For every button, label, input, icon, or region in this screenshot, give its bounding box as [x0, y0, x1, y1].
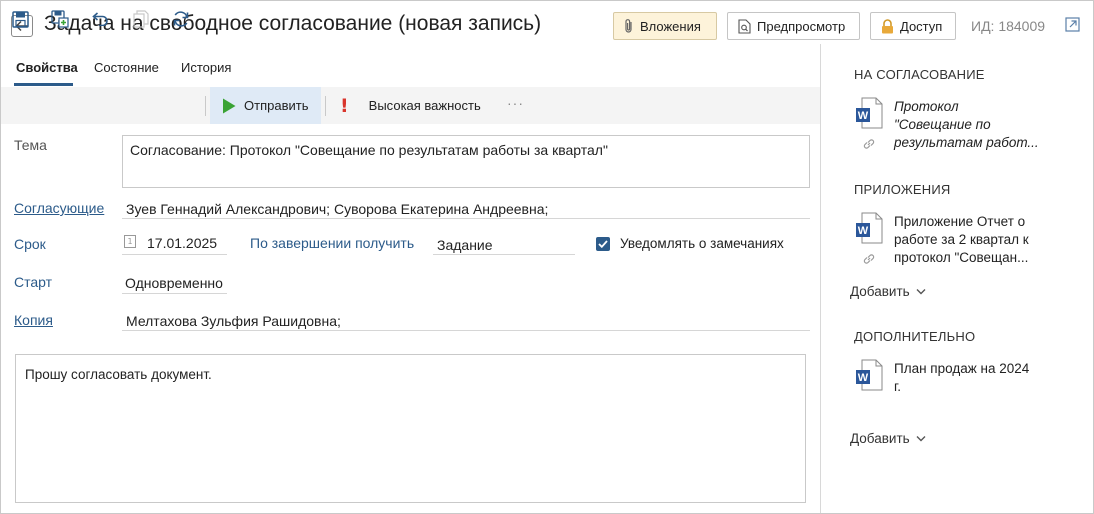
tab-state[interactable]: Состояние	[94, 60, 159, 75]
tab-history[interactable]: История	[181, 60, 231, 75]
on-complete-field[interactable]: Задание	[437, 237, 493, 253]
approvers-label-link[interactable]: Согласующие	[14, 200, 104, 216]
save-icon[interactable]	[10, 9, 30, 29]
subject-label: Тема	[14, 137, 47, 153]
active-tab-indicator	[14, 83, 73, 86]
additional-section-title: ДОПОЛНИТЕЛЬНО	[854, 329, 976, 344]
page-title: Задача на свободное согласование (новая …	[44, 12, 542, 35]
deadline-field[interactable]: 17.01.2025	[147, 235, 217, 251]
on-complete-link[interactable]: По завершении получить	[250, 235, 414, 251]
open-external-icon[interactable]	[1065, 17, 1080, 35]
send-button[interactable]: Отправить	[210, 87, 321, 124]
more-actions-button[interactable]: ···	[507, 95, 524, 111]
add-attachment-label: Добавить	[850, 284, 910, 299]
subject-input[interactable]: Согласование: Протокол "Совещание по рез…	[122, 135, 810, 188]
approvers-field[interactable]: Зуев Геннадий Александрович; Суворова Ек…	[126, 201, 548, 217]
word-document-icon[interactable]: W	[855, 97, 883, 132]
chevron-down-icon	[916, 435, 926, 442]
checkmark-icon	[598, 240, 608, 248]
preview-button[interactable]: Предпросмотр	[727, 12, 860, 40]
start-label: Старт	[14, 274, 53, 290]
notify-label[interactable]: Уведомлять о замечаниях	[620, 236, 784, 251]
notify-checkbox[interactable]	[596, 237, 610, 251]
undo-icon[interactable]	[90, 9, 110, 29]
preview-label: Предпросмотр	[757, 18, 846, 34]
word-document-icon[interactable]: W	[855, 212, 883, 247]
approvers-underline	[122, 218, 810, 219]
access-label: Доступ	[900, 18, 943, 34]
link-icon	[862, 137, 876, 154]
copy-icon[interactable]	[131, 9, 151, 29]
doc-line: г.	[894, 379, 902, 394]
attachments-label: Вложения	[640, 18, 701, 34]
add-attachment-button[interactable]: Добавить	[850, 284, 926, 299]
svg-text:W: W	[858, 110, 869, 122]
tab-properties[interactable]: Свойства	[16, 60, 78, 75]
body-textarea[interactable]: Прошу согласовать документ.	[15, 354, 806, 503]
doc-line: Приложение Отчет о	[894, 214, 1026, 229]
add-additional-label: Добавить	[850, 431, 910, 446]
approval-document-title[interactable]: Протокол "Совещание по результатам работ…	[894, 98, 1050, 152]
word-document-icon[interactable]: W	[855, 359, 883, 394]
calendar-icon[interactable]: 1	[124, 235, 136, 248]
record-id: ИД: 184009	[971, 18, 1046, 34]
save-copy-icon[interactable]	[50, 9, 70, 29]
access-button[interactable]: Доступ	[870, 12, 956, 40]
toolbar-separator	[325, 96, 326, 116]
high-importance-toggle[interactable]: ! Высокая важность	[340, 87, 481, 124]
deadline-label: Срок	[14, 236, 46, 252]
start-field[interactable]: Одновременно	[125, 275, 223, 291]
link-icon	[862, 252, 876, 269]
start-underline	[122, 293, 227, 294]
paperclip-icon	[624, 18, 634, 34]
copy-field[interactable]: Мелтахова Зульфия Рашидовна;	[126, 313, 341, 329]
play-icon	[222, 98, 236, 114]
svg-text:W: W	[858, 225, 869, 237]
doc-line: Протокол	[894, 99, 959, 114]
doc-line: протокол "Совещан...	[894, 250, 1029, 265]
svg-text:W: W	[858, 372, 869, 384]
doc-line: работе за 2 квартал к	[894, 232, 1029, 247]
on-complete-underline	[433, 254, 575, 255]
deadline-underline	[122, 254, 227, 255]
for-approval-section-title: НА СОГЛАСОВАНИЕ	[854, 67, 985, 82]
copy-label-link[interactable]: Копия	[14, 312, 53, 328]
copy-underline	[122, 330, 810, 331]
attachments-button[interactable]: Вложения	[613, 12, 717, 40]
send-label: Отправить	[244, 98, 309, 113]
lock-icon	[881, 18, 894, 34]
chevron-down-icon	[916, 288, 926, 295]
toolbar-separator	[205, 96, 206, 116]
doc-line: План продаж на 2024	[894, 361, 1030, 376]
refresh-icon[interactable]	[171, 9, 191, 29]
importance-label: Высокая важность	[368, 98, 481, 113]
doc-line: результатам работ...	[894, 135, 1039, 150]
doc-line: "Совещание по	[894, 117, 991, 132]
add-additional-button[interactable]: Добавить	[850, 431, 926, 446]
importance-icon: !	[340, 94, 349, 117]
additional-document-title[interactable]: План продаж на 2024 г.	[894, 360, 1050, 396]
attachment-document-title[interactable]: Приложение Отчет о работе за 2 квартал к…	[894, 213, 1050, 267]
attachments-section-title: ПРИЛОЖЕНИЯ	[854, 182, 951, 197]
preview-icon	[738, 18, 751, 34]
panel-divider	[820, 44, 821, 513]
